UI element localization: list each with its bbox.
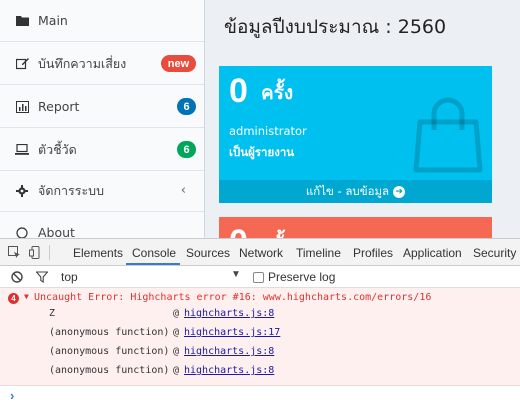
- preserve-log-label: Preserve log: [268, 270, 336, 284]
- stat-count: 0: [229, 72, 248, 110]
- count-badge: 6: [177, 141, 196, 158]
- source-link[interactable]: highcharts.js:8: [184, 365, 274, 376]
- filter-icon[interactable]: [34, 269, 50, 285]
- stat-box-report: 0 ครั้ง administrator เป็นผู้รายงาน แก้ไ…: [219, 66, 492, 203]
- tab-application[interactable]: Application: [403, 246, 462, 260]
- source-link[interactable]: highcharts.js:8: [184, 346, 274, 357]
- edit-delete-link[interactable]: แก้ไข - ลบข้อมูล ➜: [219, 180, 492, 203]
- stack-function: (anonymous function): [49, 346, 170, 357]
- tab-timeline[interactable]: Timeline: [296, 246, 341, 260]
- arrow-circle-right-icon: ➜: [393, 185, 406, 198]
- console-toolbar: top ▼ Preserve log: [0, 266, 520, 288]
- count-badge: 6: [177, 98, 196, 115]
- error-prefix: Uncaught Error: Highcharts error #16:: [34, 292, 263, 303]
- stack-function: (anonymous function): [49, 327, 170, 338]
- footer-link-label: แก้ไข - ลบข้อมูล: [305, 183, 390, 198]
- source-link[interactable]: highcharts.js:17: [184, 327, 280, 338]
- error-count-badge: 4: [8, 293, 19, 304]
- sidebar-item-label: บันทึกความเสี่ยง: [38, 55, 127, 71]
- stack-at: @: [173, 365, 180, 376]
- folder-icon: [15, 14, 29, 28]
- console-error-message: 4 ▼ Uncaught Error: Highcharts error #16…: [0, 288, 520, 386]
- stack-at: @: [173, 308, 180, 319]
- sidebar-item-label: จัดการระบบ: [38, 182, 105, 198]
- clear-console-icon[interactable]: [9, 269, 25, 285]
- inspect-element-icon[interactable]: [6, 244, 22, 260]
- stat-count: 0: [229, 223, 248, 238]
- stack-function: (anonymous function): [49, 365, 170, 376]
- error-text: Uncaught Error: Highcharts error #16: ww…: [34, 292, 431, 303]
- circle-icon: [15, 226, 29, 238]
- device-toolbar-icon[interactable]: [27, 244, 43, 260]
- tab-sources[interactable]: Sources: [186, 246, 230, 260]
- content-header: ข้อมูลปีงบประมาณ : 2560: [206, 0, 520, 50]
- tab-profiles[interactable]: Profiles: [353, 246, 393, 260]
- sidebar-item-label: Report: [38, 99, 80, 114]
- sidebar-item-about[interactable]: About: [0, 212, 204, 238]
- sidebar-item-risk-record[interactable]: บันทึกความเสี่ยง new: [0, 43, 204, 85]
- devtools-tabbar: Elements Console Sources Network Timelin…: [0, 239, 520, 266]
- sidebar-item-label: ตัวชี้วัด: [38, 141, 77, 157]
- sidebar-item-indicators[interactable]: ตัวชี้วัด 6: [0, 129, 204, 171]
- shopping-bag-icon: [413, 97, 483, 173]
- source-link[interactable]: highcharts.js:8: [184, 308, 274, 319]
- page-title: ข้อมูลปีงบประมาณ : 2560: [224, 16, 447, 38]
- sidebar-item-system-admin[interactable]: จัดการระบบ ‹: [0, 170, 204, 212]
- new-badge: new: [161, 55, 196, 72]
- devtools-panel: Elements Console Sources Network Timelin…: [0, 238, 520, 407]
- sidebar: Main บันทึกความเสี่ยง new Report 6 ตัวชี…: [0, 0, 205, 238]
- sidebar-item-main[interactable]: Main: [0, 0, 204, 42]
- stat-box-second: 0 ครั้ง: [219, 217, 492, 238]
- tab-security[interactable]: Security: [473, 246, 516, 260]
- expand-triangle-icon[interactable]: ▼: [24, 292, 29, 301]
- sidebar-item-report[interactable]: Report 6: [0, 86, 204, 128]
- stat-unit: ครั้ง: [261, 229, 293, 238]
- context-select[interactable]: top: [61, 270, 78, 284]
- prompt-chevron-icon: ›: [10, 388, 15, 403]
- stat-user: administrator: [229, 124, 307, 138]
- preserve-log-checkbox[interactable]: [253, 272, 264, 283]
- sidebar-item-label: About: [38, 225, 75, 238]
- tab-network[interactable]: Network: [239, 246, 283, 260]
- toolbar-divider: [49, 245, 50, 260]
- stack-at: @: [173, 327, 180, 338]
- console-input[interactable]: ›: [0, 386, 520, 407]
- edit-icon: [15, 57, 29, 71]
- gear-icon: [15, 184, 29, 198]
- sidebar-item-label: Main: [38, 13, 68, 28]
- stack-function: Z: [49, 308, 56, 319]
- error-url[interactable]: www.highcharts.com/errors/16: [263, 292, 432, 303]
- stat-unit: ครั้ง: [261, 82, 294, 104]
- stat-role: เป็นผู้รายงาน: [229, 145, 295, 159]
- chevron-left-icon: ‹: [180, 183, 186, 198]
- app-window: Main บันทึกความเสี่ยง new Report 6 ตัวชี…: [0, 0, 520, 238]
- laptop-icon: [15, 143, 29, 157]
- tab-elements[interactable]: Elements: [73, 246, 123, 260]
- bar-chart-icon: [15, 100, 29, 114]
- active-tab-indicator: [126, 263, 180, 265]
- dropdown-arrow-icon[interactable]: ▼: [231, 269, 241, 280]
- tab-console[interactable]: Console: [132, 246, 176, 260]
- stack-at: @: [173, 346, 180, 357]
